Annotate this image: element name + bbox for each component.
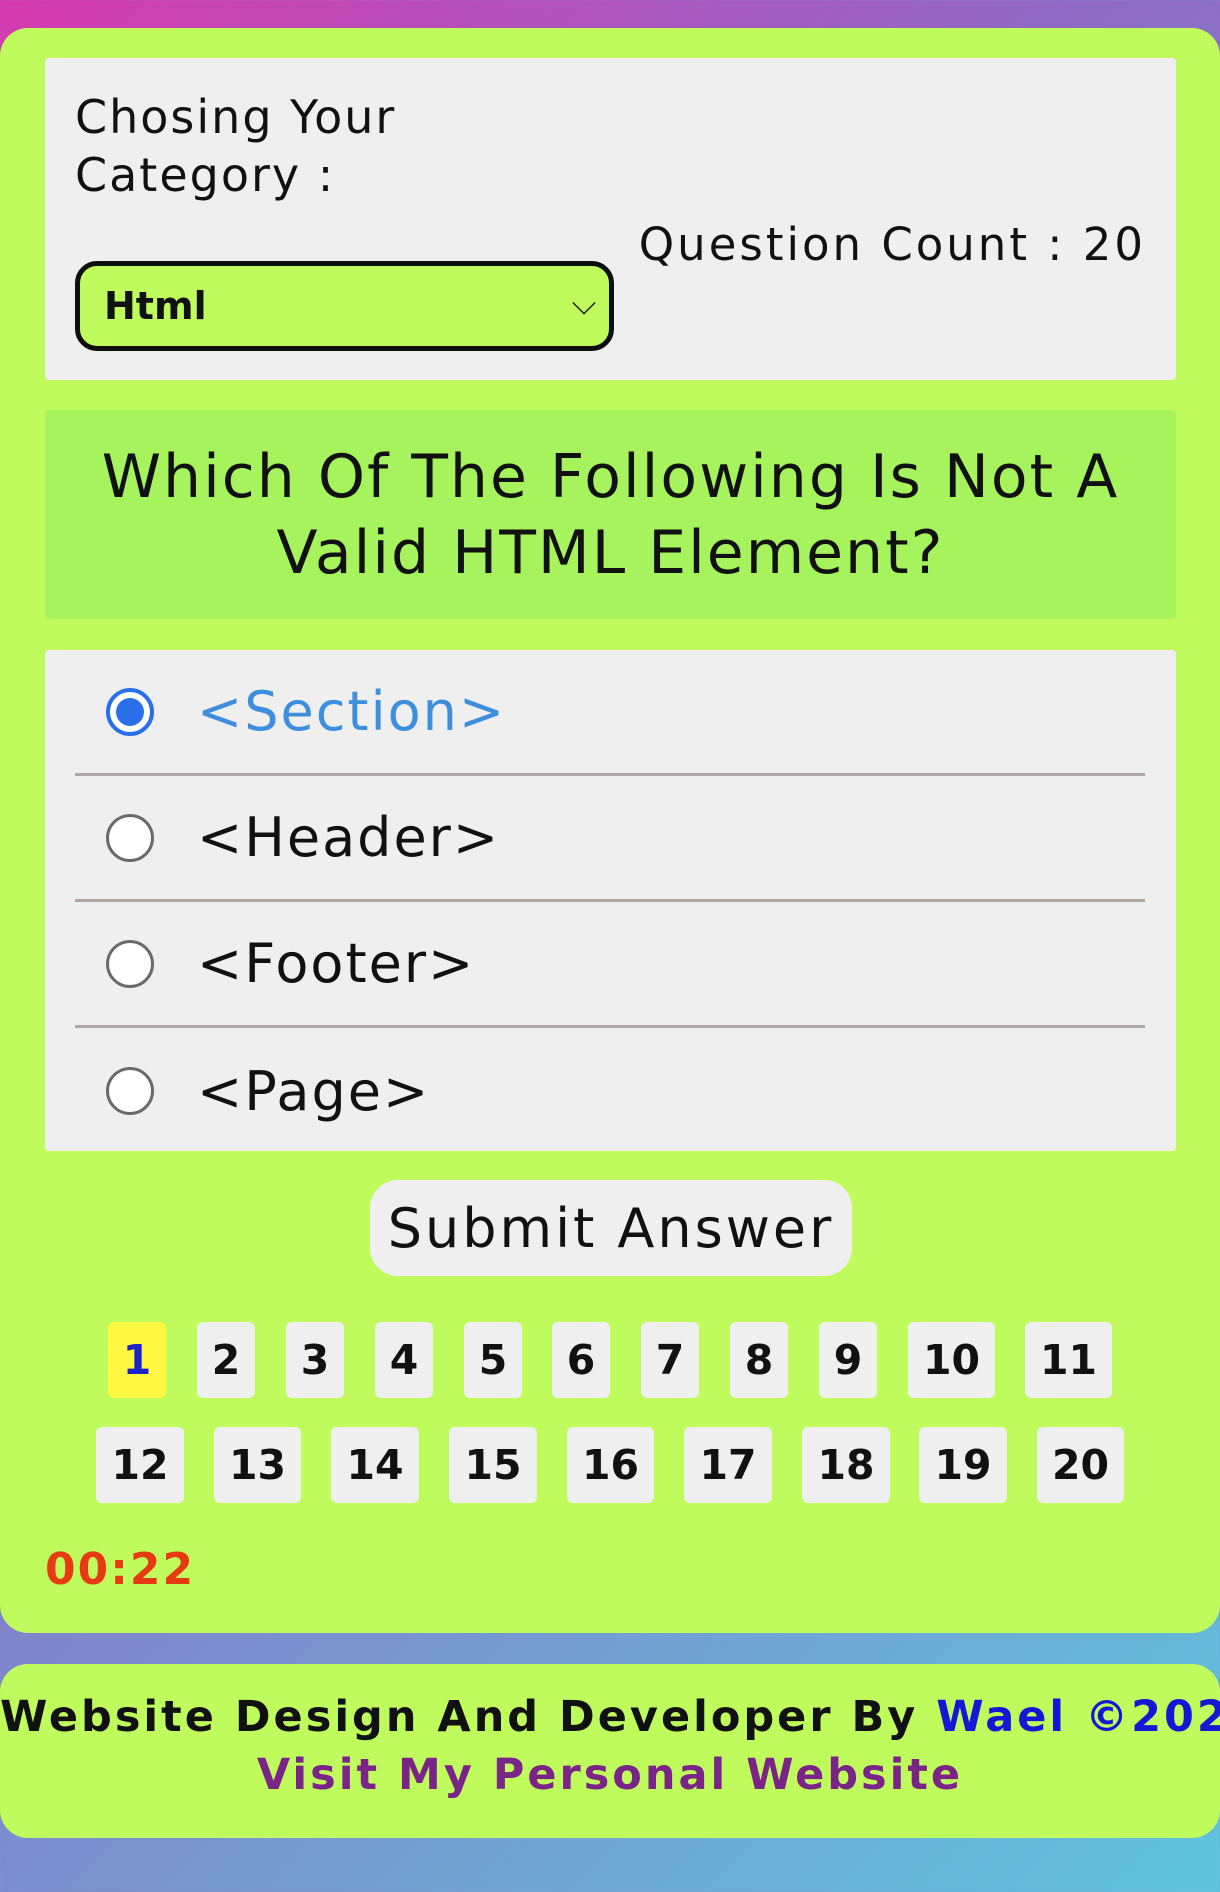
question-bullet[interactable]: 19 bbox=[919, 1427, 1007, 1503]
question-bullet[interactable]: 9 bbox=[819, 1322, 877, 1398]
question-bullet[interactable]: 13 bbox=[214, 1427, 301, 1503]
question-bullet[interactable]: 18 bbox=[802, 1427, 890, 1503]
answer-option[interactable]: <Header> bbox=[75, 776, 1145, 902]
question-bullet-active[interactable]: 1 bbox=[108, 1322, 166, 1398]
radio-button[interactable] bbox=[106, 1067, 154, 1115]
footer-credit: Website Design And Developer By Wael ©20… bbox=[0, 1692, 1220, 1742]
question-bullet[interactable]: 20 bbox=[1037, 1427, 1124, 1503]
radio-button-checked[interactable] bbox=[106, 687, 154, 736]
footer-credit-text: Website Design And Developer By bbox=[0, 1692, 937, 1742]
answer-option[interactable]: <Section> bbox=[75, 650, 1145, 776]
category-label: Chosing Your Category : bbox=[75, 90, 397, 202]
answer-option[interactable]: <Footer> bbox=[75, 902, 1145, 1028]
countdown-timer: 00:22 bbox=[45, 1544, 196, 1595]
question-bullet[interactable]: 15 bbox=[449, 1427, 537, 1503]
quiz-info-panel: Chosing Your Category : Html Question Co… bbox=[45, 58, 1176, 380]
question-bullet[interactable]: 7 bbox=[641, 1322, 699, 1398]
answers-list: <Section> <Header> <Footer> <Page> bbox=[45, 650, 1176, 1151]
question-count: Question Count : 20 bbox=[638, 218, 1146, 271]
footer-author: Wael ©2025 bbox=[936, 1692, 1220, 1742]
personal-website-link[interactable]: Visit My Personal Website bbox=[0, 1750, 1220, 1800]
category-select[interactable]: Html bbox=[75, 261, 614, 351]
question-bullet[interactable]: 8 bbox=[730, 1322, 788, 1398]
quiz-card: Chosing Your Category : Html Question Co… bbox=[0, 28, 1220, 1633]
question-bullet[interactable]: 16 bbox=[567, 1427, 654, 1503]
question-bullet[interactable]: 14 bbox=[331, 1427, 419, 1503]
answer-label: <Page> bbox=[197, 1059, 431, 1123]
question-bullet[interactable]: 17 bbox=[684, 1427, 772, 1503]
answer-label: <Footer> bbox=[197, 932, 476, 995]
question-bullet[interactable]: 12 bbox=[96, 1427, 184, 1503]
question-bullet[interactable]: 2 bbox=[197, 1322, 255, 1398]
question-bullet[interactable]: 5 bbox=[464, 1322, 522, 1398]
question-bullet[interactable]: 4 bbox=[375, 1322, 433, 1398]
question-bullet[interactable]: 3 bbox=[286, 1322, 344, 1398]
answer-option[interactable]: <Page> bbox=[75, 1028, 1145, 1154]
chevron-down-icon bbox=[572, 291, 596, 315]
radio-button[interactable] bbox=[106, 939, 154, 988]
footer: Website Design And Developer By Wael ©20… bbox=[0, 1664, 1220, 1838]
question-title: Which Of The Following Is Not A Valid HT… bbox=[45, 410, 1176, 619]
submit-answer-button[interactable]: Submit Answer bbox=[370, 1180, 852, 1276]
category-select-value: Html bbox=[104, 284, 207, 328]
question-bullet[interactable]: 11 bbox=[1025, 1322, 1112, 1398]
answer-label: <Header> bbox=[197, 806, 501, 869]
question-bullet[interactable]: 10 bbox=[908, 1322, 995, 1398]
answer-label: <Section> bbox=[197, 680, 507, 743]
question-bullet[interactable]: 6 bbox=[552, 1322, 610, 1398]
radio-button[interactable] bbox=[106, 813, 154, 862]
